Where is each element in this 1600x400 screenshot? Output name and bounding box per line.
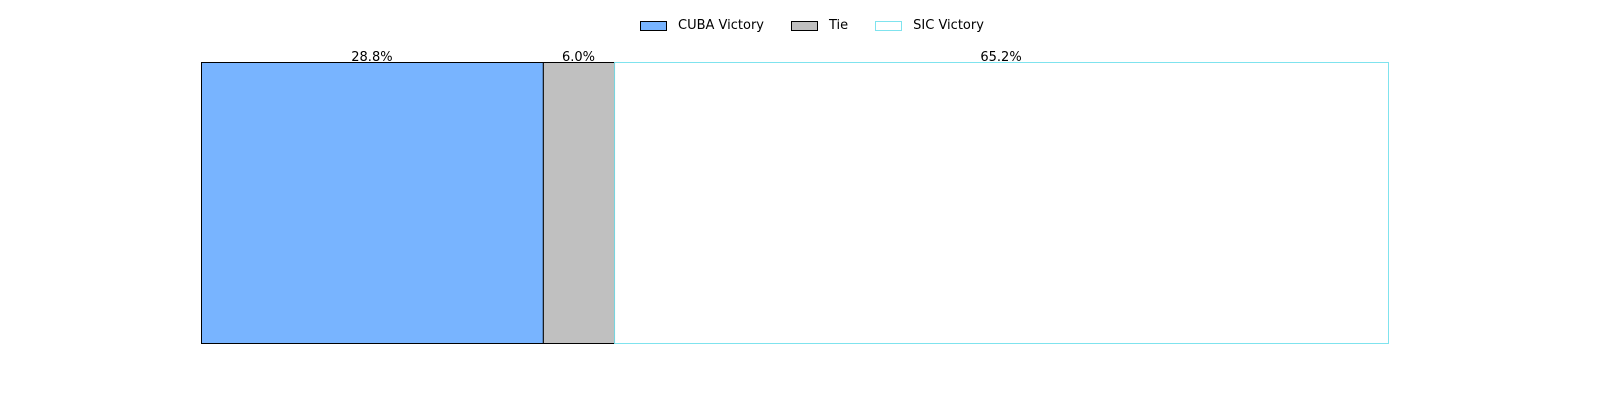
bar-segment-cuba-victory [201, 62, 544, 344]
bar-segment-tie [542, 62, 616, 344]
value-label-sic-victory: 65.2% [980, 50, 1021, 65]
bar-segment-sic-victory [614, 62, 1389, 344]
value-label-cuba-victory: 28.8% [351, 50, 392, 65]
value-label-tie: 6.0% [562, 50, 595, 65]
stacked-bar-chart: 28.8% 6.0% 65.2% [201, 50, 1389, 344]
